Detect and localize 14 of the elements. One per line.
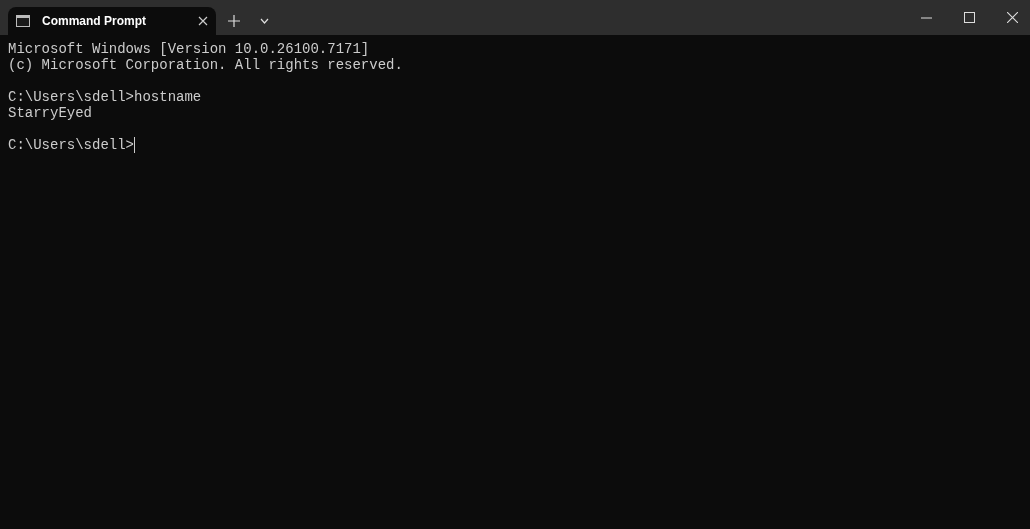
terminal-line: (c) Microsoft Corporation. All rights reserved.: [8, 57, 403, 73]
terminal-line: Microsoft Windows [Version 10.0.26100.7171]: [8, 41, 370, 57]
dropdown-caret-icon[interactable]: [260, 18, 269, 24]
terminal-icon: [16, 15, 30, 27]
terminal-line: C:\Users\sdell>: [8, 137, 135, 153]
tab-title: Command Prompt: [42, 13, 147, 30]
minimize-icon[interactable]: [921, 16, 932, 19]
tab[interactable]: Command Prompt: [8, 7, 216, 35]
close-tab-icon[interactable]: [198, 16, 208, 26]
close-icon[interactable]: [1007, 12, 1018, 23]
terminal-line: C:\Users\sdell>hostname: [8, 89, 202, 105]
terminal-line: StarryEyed: [8, 105, 92, 121]
new-tab-icon[interactable]: [228, 15, 240, 27]
maximize-icon[interactable]: [964, 12, 975, 23]
